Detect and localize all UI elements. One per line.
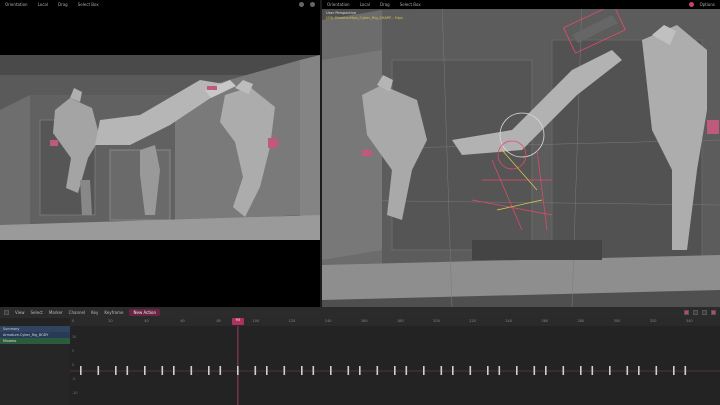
keyframe-marker (347, 366, 350, 375)
keyframe-marker (254, 366, 257, 375)
menu-key[interactable]: Key (91, 310, 98, 315)
keyframe-marker (516, 366, 518, 375)
channel-list[interactable]: Summary Armature.Cyber_Rig_BODY Mixamo (0, 326, 70, 405)
orientation-label[interactable]: Orientation (327, 2, 350, 7)
keyframe-marker (376, 366, 379, 375)
keyframe-marker (405, 366, 408, 375)
keyframe-marker (440, 366, 443, 375)
frame-tick: 40 (144, 319, 149, 323)
keyframe-marker (626, 366, 629, 375)
frame-tick: 160 (360, 319, 368, 323)
frame-tick: 300 (613, 319, 621, 323)
active-object-label: (93) Mixamo:Hips_Cyber_Rig_SHAPE : Hips (326, 16, 403, 20)
keyframe-marker (580, 366, 582, 375)
keyframe-marker (562, 366, 565, 375)
keyframe-marker (144, 366, 146, 375)
keyframe-marker (591, 366, 594, 375)
dope-sheet-header: View Select Marker Channel Key Keyframe … (0, 307, 720, 318)
overlay-icon[interactable] (688, 2, 694, 7)
current-frame-indicator[interactable]: 93 (231, 318, 244, 325)
keyframe-marker (190, 366, 193, 375)
keyframe-canvas: 10 5 0 -5 -10 (70, 326, 720, 405)
frame-tick: 280 (577, 319, 585, 323)
keyframe-marker (609, 366, 611, 375)
options-dropdown[interactable]: Options (700, 2, 715, 7)
keyframe-marker (638, 366, 640, 375)
keyframe-marker (208, 366, 210, 375)
frame-tick: 140 (324, 319, 332, 323)
scene-right (322, 0, 720, 307)
frame-tick: 20 (108, 319, 113, 323)
keyframe-marker (126, 366, 129, 375)
y-tick-label: 0 (72, 363, 74, 367)
y-tick-label: -5 (72, 377, 75, 381)
menu-select[interactable]: Select (31, 310, 43, 315)
channel-mixamo[interactable]: Mixamo (0, 338, 70, 344)
keyframe-marker (533, 366, 536, 375)
viewport-right[interactable]: Orientation Local Drag Select Box Option… (322, 0, 720, 307)
keyframe-marker (469, 366, 472, 375)
keyframe-marker (498, 366, 501, 375)
keyframe-marker (545, 366, 547, 375)
frame-tick: 200 (433, 319, 440, 323)
keyframe-marker (312, 366, 315, 375)
action-selector[interactable]: New Action (129, 309, 161, 316)
editor-type-icon[interactable] (4, 310, 9, 315)
frame-tick: 80 (216, 319, 221, 323)
frame-ruler[interactable]: 0 20 40 60 80 100 120 140 160 180 200 220 240 260 280 3… (70, 318, 720, 326)
space-dropdown[interactable]: Local (360, 2, 370, 7)
menu-keyframe[interactable]: Keyframe (104, 310, 123, 315)
frame-tick: 240 (505, 319, 513, 323)
keyframe-marker (219, 366, 222, 375)
keyframe-marker (487, 366, 489, 375)
snap-icon[interactable] (693, 310, 698, 315)
record-icon[interactable] (711, 310, 716, 315)
viewport-left[interactable]: Orientation Local Drag Select Box (0, 0, 320, 307)
frame-tick: 260 (541, 319, 549, 323)
keyframe-marker (97, 366, 100, 375)
keyframe-area[interactable]: 10 5 0 -5 -10 (70, 326, 720, 405)
frame-tick: 120 (288, 319, 296, 323)
keyframe-marker (237, 366, 239, 375)
dope-sheet[interactable]: View Select Marker Channel Key Keyframe … (0, 307, 720, 405)
keyframe-marker (655, 366, 658, 375)
frame-tick: 180 (397, 319, 404, 323)
keyframe-marker (673, 366, 675, 375)
frame-tick: 320 (649, 319, 657, 323)
frame-tick: 340 (685, 319, 693, 323)
y-tick-label: 10 (72, 335, 76, 339)
menu-channel[interactable]: Channel (69, 310, 85, 315)
y-tick-label: -10 (72, 391, 78, 395)
frame-tick: 0 (72, 319, 75, 323)
y-tick-label: 5 (72, 349, 74, 353)
proportional-icon[interactable] (702, 310, 707, 315)
view-perspective-label: User Perspective (326, 11, 357, 15)
filter-icon[interactable] (684, 310, 689, 315)
keyframe-marker (394, 366, 396, 375)
keyframe-marker (684, 366, 687, 375)
keyframe-marker (115, 366, 117, 375)
select-box-dropdown[interactable]: Select Box (400, 2, 421, 7)
keyframe-marker (330, 366, 332, 375)
keyframe-marker (423, 366, 425, 375)
menu-view[interactable]: View (15, 310, 25, 315)
keyframe-marker (266, 366, 268, 375)
scene-left (0, 55, 320, 240)
menu-marker[interactable]: Marker (49, 310, 63, 315)
frame-tick: 100 (252, 319, 260, 323)
keyframe-marker (301, 366, 303, 375)
frame-tick: 220 (469, 319, 476, 323)
keyframe-marker (161, 366, 164, 375)
viewport-right-header: Orientation Local Drag Select Box Option… (322, 0, 720, 9)
keyframe-marker (283, 366, 286, 375)
drag-label[interactable]: Drag (380, 2, 390, 7)
keyframe-marker (80, 366, 82, 375)
frame-tick: 60 (180, 319, 185, 323)
keyframe-marker (173, 366, 175, 375)
keyframe-marker (359, 366, 361, 375)
keyframe-marker (452, 366, 454, 375)
